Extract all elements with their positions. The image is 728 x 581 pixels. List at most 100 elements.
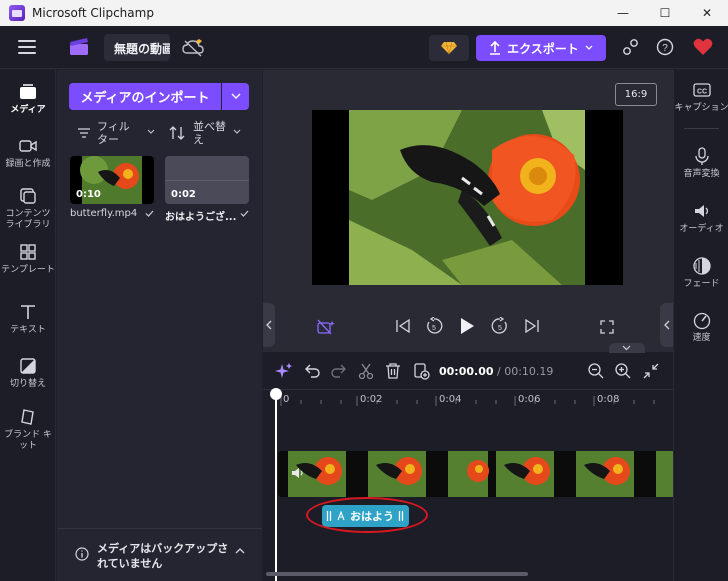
share-icon[interactable] — [622, 38, 640, 56]
undo-icon[interactable] — [303, 362, 321, 380]
magic-sparkle-icon[interactable] — [275, 362, 293, 380]
clapperboard-icon — [70, 38, 88, 55]
nav-brand-kit[interactable]: ブランド キット — [0, 407, 56, 452]
aspect-ratio-button[interactable]: 16:9 — [615, 83, 657, 106]
timeline-toolbar: 00:00.00 / 00:10.19 — [263, 352, 673, 390]
collapse-right-panel-button[interactable] — [660, 303, 673, 347]
collapse-left-panel-button[interactable] — [263, 303, 275, 347]
rail-voice-changer[interactable]: 音声変換 — [674, 146, 728, 180]
filter-button[interactable]: フィルター — [77, 120, 162, 150]
nav-media-label: メディア — [10, 105, 46, 115]
rail-speed-label: 速度 — [692, 333, 711, 343]
nav-text[interactable]: テキスト — [0, 302, 56, 336]
rail-audio-label: オーディオ — [679, 224, 724, 234]
total-time: / 00:10.19 — [497, 365, 554, 378]
import-options-button[interactable] — [222, 83, 249, 110]
rail-speed[interactable]: 速度 — [674, 310, 728, 344]
text-icon — [21, 305, 35, 319]
nav-content-library[interactable]: コンテンツ ライブラリ — [0, 186, 56, 231]
media-name: butterfly.mp4 — [70, 208, 138, 219]
menu-icon[interactable] — [18, 40, 36, 54]
window-titlebar: Microsoft Clipchamp — ☐ ✕ — [0, 0, 728, 26]
rail-captions[interactable]: CC キャプション — [674, 80, 728, 114]
captions-icon: CC — [692, 83, 711, 97]
minimize-button[interactable]: — — [602, 0, 644, 26]
media-icon — [20, 84, 36, 99]
right-properties-rail: CC キャプション 音声変換 オーディオ フェード 速度 — [673, 70, 728, 581]
rail-audio[interactable]: オーディオ — [674, 201, 728, 235]
nav-brand-kit-label: ブランド キット — [4, 430, 52, 451]
close-button[interactable]: ✕ — [686, 0, 728, 26]
audio-speaker-icon[interactable] — [291, 467, 305, 479]
ruler-tick-label: 0:08 — [597, 394, 620, 405]
nav-text-label: テキスト — [10, 325, 46, 335]
camera-icon — [19, 140, 37, 152]
camera-off-icon[interactable] — [317, 319, 335, 335]
media-thumbnail-butterfly[interactable]: 0:10 — [70, 156, 154, 204]
chevron-down-icon — [233, 129, 241, 134]
cloud-off-icon[interactable] — [182, 39, 204, 57]
video-clip-frames — [278, 451, 673, 497]
redo-icon[interactable] — [330, 362, 348, 380]
audio-icon — [694, 205, 708, 217]
maximize-button[interactable]: ☐ — [644, 0, 686, 26]
sort-label: 並べ替え — [193, 120, 226, 146]
rail-fade[interactable]: フェード — [674, 256, 728, 290]
svg-text:?: ? — [662, 43, 668, 54]
rewind-5s-icon[interactable]: 5 — [425, 317, 443, 335]
fullscreen-icon[interactable] — [600, 320, 614, 334]
video-clip-track[interactable] — [278, 451, 673, 497]
fit-timeline-icon[interactable] — [642, 362, 660, 380]
add-media-icon[interactable] — [412, 362, 430, 380]
nav-content-library-label: コンテンツ ライブラリ — [5, 209, 51, 230]
timeline-panel: 00:00.00 / 00:10.19 0 0:02 0:04 0:06 0:0… — [263, 343, 673, 581]
filter-label: フィルター — [97, 120, 130, 146]
clipchamp-app-icon — [9, 5, 25, 21]
speed-icon — [693, 312, 710, 330]
premium-button[interactable] — [429, 35, 469, 61]
import-media-button[interactable]: メディアのインポート — [69, 83, 221, 110]
library-icon — [20, 188, 36, 204]
zoom-in-icon[interactable] — [614, 362, 632, 380]
left-navigation: メディア 録画と作成 コンテンツ ライブラリ テンプレート テキスト 切り替え … — [0, 70, 56, 581]
brand-kit-icon — [21, 409, 34, 425]
nav-media[interactable]: メディア — [0, 82, 56, 116]
ruler-tick-label: 0:06 — [518, 394, 541, 405]
timeline-ruler[interactable]: 0 0:02 0:04 0:06 0:08 — [263, 390, 673, 410]
zoom-out-icon[interactable] — [587, 362, 605, 380]
media-thumbnail-text[interactable]: 0:02 — [165, 156, 249, 204]
nav-templates-label: テンプレート — [1, 265, 55, 275]
filter-icon — [78, 128, 90, 138]
backup-notice[interactable]: メディアはバックアップされていません — [57, 528, 262, 581]
forward-5s-icon[interactable]: 5 — [491, 317, 509, 335]
nav-templates[interactable]: テンプレート — [0, 242, 56, 276]
timecode: 00:00.00 / 00:10.19 — [439, 365, 553, 378]
video-preview[interactable] — [312, 110, 623, 285]
template-icon — [20, 244, 36, 260]
current-time: 00:00.00 — [439, 365, 494, 378]
svg-text:CC: CC — [696, 89, 706, 96]
info-icon — [75, 547, 89, 561]
sort-button[interactable]: 並べ替え — [169, 120, 249, 150]
nav-record[interactable]: 録画と作成 — [0, 136, 56, 170]
fade-icon — [692, 257, 711, 275]
timeline-horizontal-scrollbar[interactable] — [266, 572, 528, 576]
help-icon[interactable]: ? — [656, 38, 674, 56]
skip-forward-icon[interactable] — [524, 319, 540, 333]
project-name[interactable]: 無題の動画 — [104, 34, 170, 61]
chevron-up-icon[interactable] — [235, 547, 245, 554]
play-icon[interactable] — [459, 317, 475, 335]
heart-icon[interactable] — [693, 37, 713, 57]
chevron-left-icon — [266, 320, 272, 330]
upload-icon — [490, 41, 501, 55]
nav-transitions[interactable]: 切り替え — [0, 356, 56, 390]
rail-captions-label: キャプション — [674, 103, 728, 113]
skip-back-icon[interactable] — [395, 319, 411, 333]
playhead[interactable] — [270, 388, 282, 581]
export-button[interactable]: エクスポート — [476, 35, 606, 61]
highlight-ring-annotation — [306, 497, 428, 533]
nav-record-label: 録画と作成 — [5, 159, 51, 169]
trash-icon[interactable] — [384, 362, 402, 380]
sort-icon — [169, 126, 185, 140]
scissors-icon[interactable] — [357, 362, 375, 380]
